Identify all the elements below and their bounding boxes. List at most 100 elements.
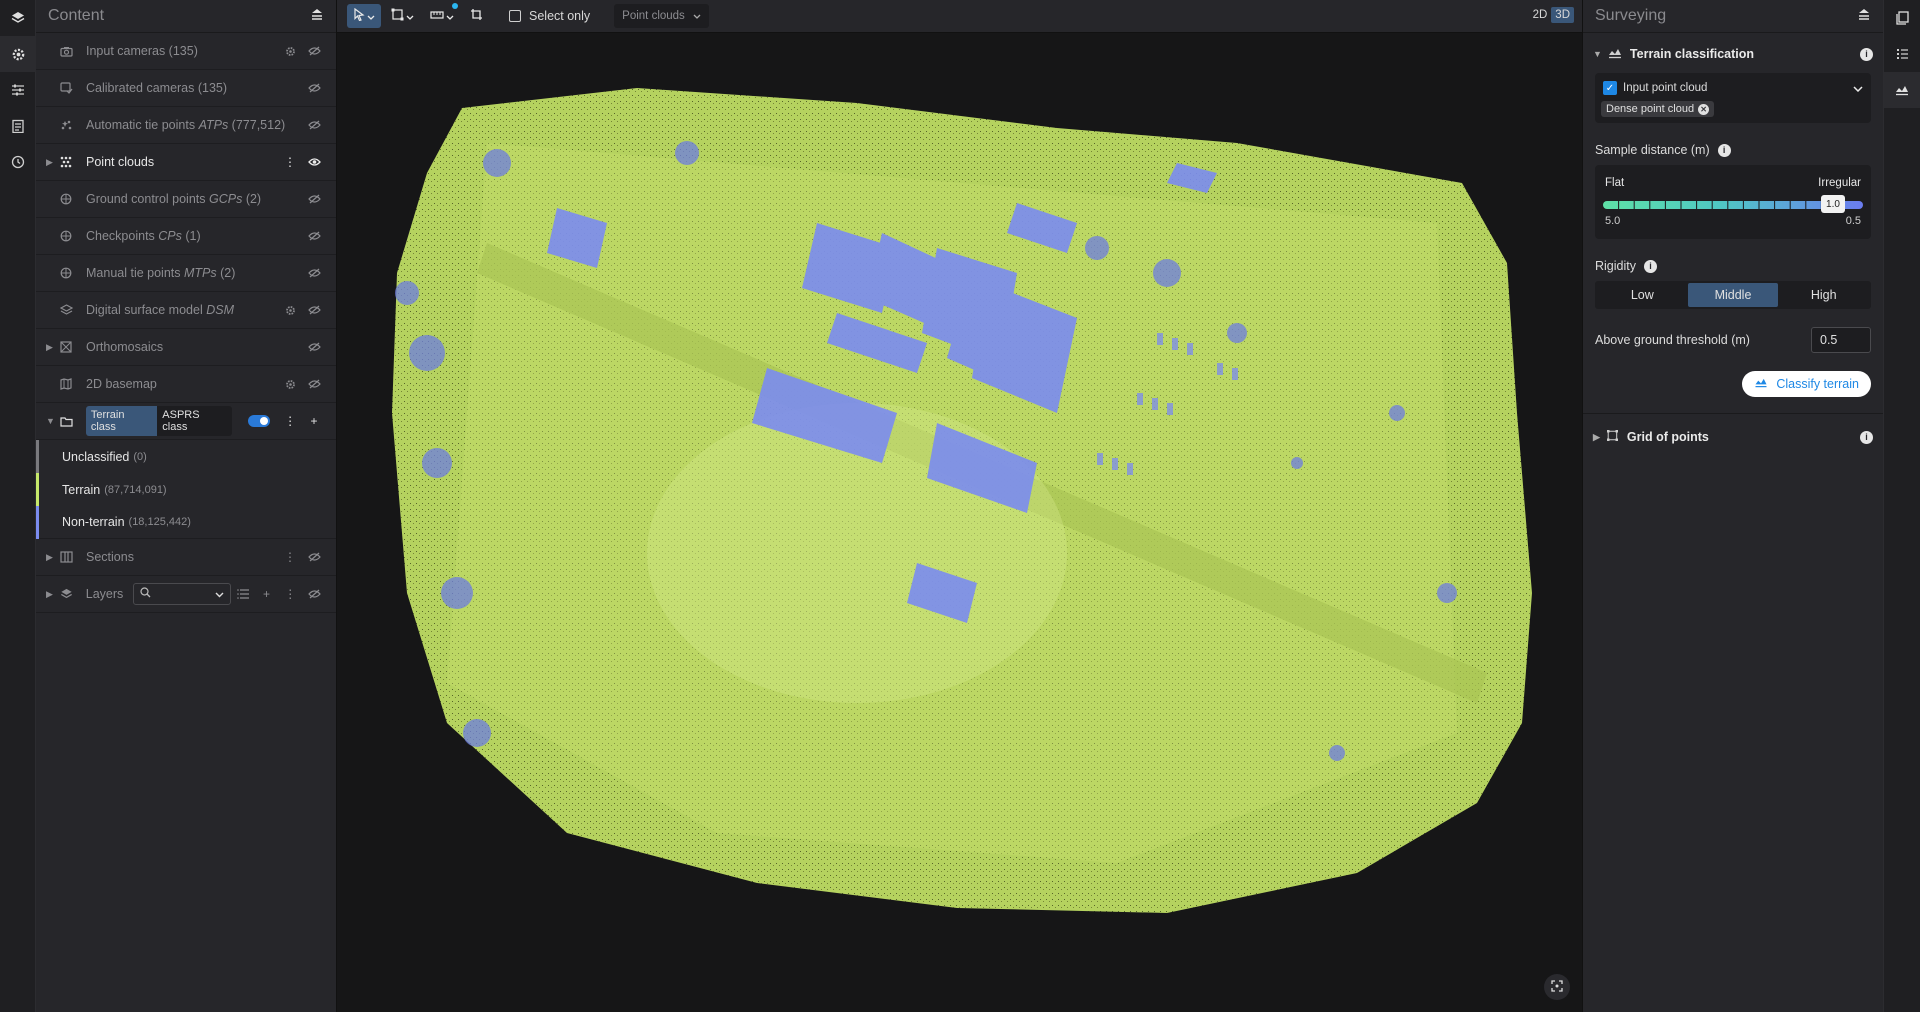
- content-row-orthomosaics[interactable]: ▶ Orthomosaics: [36, 329, 336, 366]
- library-icon[interactable]: [1884, 0, 1920, 36]
- class-type-toggle[interactable]: Terrain class ASPRS class: [85, 406, 233, 436]
- content-row-layers[interactable]: ▶ Layers + ⋮: [36, 576, 336, 613]
- more-icon[interactable]: ⋮: [278, 414, 302, 428]
- visibility-off-icon[interactable]: [302, 342, 326, 352]
- select-tool-button[interactable]: [347, 4, 381, 28]
- content-row-classification[interactable]: ▼ Terrain class ASPRS class ⋮ +: [36, 403, 336, 440]
- layers-icon[interactable]: [0, 0, 36, 36]
- class-colors-toggle[interactable]: [248, 415, 271, 427]
- class-row-terrain[interactable]: Terrain (87,714,091): [36, 473, 336, 506]
- expand-icon[interactable]: ▶: [1593, 432, 1600, 443]
- class-row-unclassified[interactable]: Unclassified (0): [36, 440, 336, 473]
- input-point-cloud-card[interactable]: ✓ Input point cloud Dense point cloud ✕: [1595, 73, 1871, 123]
- content-row-gcps[interactable]: Ground control points GCPs (2): [36, 181, 336, 218]
- crop-tool-button[interactable]: [464, 4, 489, 28]
- visibility-off-icon[interactable]: [302, 552, 326, 562]
- rigidity-middle-button[interactable]: Middle: [1687, 283, 1779, 307]
- view-3d-button[interactable]: 3D: [1551, 7, 1574, 23]
- visibility-off-icon[interactable]: [302, 46, 326, 56]
- more-icon[interactable]: ⋮: [278, 550, 302, 564]
- settings-icon[interactable]: [0, 36, 36, 72]
- dense-point-cloud-chip[interactable]: Dense point cloud ✕: [1601, 101, 1715, 117]
- box-select-button[interactable]: [385, 4, 420, 28]
- grid-of-points-section[interactable]: ▶ Grid of points i: [1583, 418, 1883, 456]
- expand-icon[interactable]: ▶: [46, 157, 60, 168]
- expand-icon[interactable]: ▶: [46, 342, 60, 353]
- content-row-input-cameras[interactable]: Input cameras (135): [36, 33, 336, 70]
- add-icon[interactable]: +: [255, 587, 279, 601]
- content-row-calibrated-cameras[interactable]: Calibrated cameras (135): [36, 70, 336, 107]
- collapse-icon[interactable]: ▼: [46, 416, 60, 426]
- expand-icon[interactable]: ▶: [46, 552, 60, 563]
- expand-icon[interactable]: ▶: [46, 589, 60, 600]
- terrain-tool-icon[interactable]: [1884, 72, 1920, 108]
- visibility-on-icon[interactable]: [302, 157, 326, 167]
- chevron-down-icon: [367, 9, 375, 23]
- visibility-off-icon[interactable]: [302, 194, 326, 204]
- visibility-off-icon[interactable]: [302, 379, 326, 389]
- tab-asprs-class[interactable]: ASPRS class: [157, 406, 233, 436]
- report-icon[interactable]: [0, 108, 36, 144]
- remove-chip-icon[interactable]: ✕: [1698, 103, 1710, 115]
- view-mode-toggle[interactable]: 2D 3D: [1529, 7, 1574, 23]
- content-row-checkpoints[interactable]: Checkpoints CPs (1): [36, 218, 336, 255]
- content-row-point-clouds[interactable]: ▶ Point clouds ⋮: [36, 144, 336, 181]
- checklist-icon[interactable]: [1884, 36, 1920, 72]
- sliders-icon[interactable]: [0, 72, 36, 108]
- content-row-mtps[interactable]: Manual tie points MTPs (2): [36, 255, 336, 292]
- fit-view-button[interactable]: [1544, 974, 1570, 1000]
- layer-search-input[interactable]: [133, 583, 231, 605]
- surveying-header: Surveying: [1583, 0, 1883, 33]
- input-point-cloud-label: Input point cloud: [1623, 82, 1708, 94]
- info-icon[interactable]: i: [1860, 47, 1873, 61]
- add-icon[interactable]: +: [302, 414, 326, 428]
- classify-terrain-button[interactable]: Classify terrain: [1742, 371, 1871, 397]
- point-cloud-select[interactable]: Point clouds: [614, 4, 710, 28]
- visibility-off-icon[interactable]: [302, 268, 326, 278]
- section-title: Terrain classification: [1629, 47, 1755, 61]
- visibility-off-icon[interactable]: [302, 120, 326, 130]
- info-icon[interactable]: i: [1860, 430, 1873, 444]
- info-icon[interactable]: i: [1717, 143, 1731, 157]
- 3d-viewport[interactable]: [337, 33, 1582, 1012]
- panel-menu-icon[interactable]: [310, 8, 324, 25]
- content-row-basemap[interactable]: 2D basemap: [36, 366, 336, 403]
- content-row-dsm[interactable]: Digital surface model DSM: [36, 292, 336, 329]
- class-row-non-terrain[interactable]: Non-terrain (18,125,442): [36, 506, 336, 539]
- rigidity-low-button[interactable]: Low: [1597, 283, 1688, 307]
- visibility-off-icon[interactable]: [302, 83, 326, 93]
- history-icon[interactable]: [0, 144, 36, 180]
- tab-terrain-class[interactable]: Terrain class: [85, 406, 158, 436]
- content-header: Content: [36, 0, 336, 33]
- collapse-icon[interactable]: ▼: [1593, 49, 1602, 59]
- terrain-classification-section[interactable]: ▼ Terrain classification i: [1583, 35, 1883, 73]
- settings-icon[interactable]: [278, 46, 302, 57]
- visibility-off-icon[interactable]: [302, 589, 326, 599]
- more-icon[interactable]: ⋮: [278, 155, 302, 169]
- list-icon[interactable]: [231, 589, 255, 599]
- class-count: (0): [133, 450, 147, 463]
- view-2d-button[interactable]: 2D: [1529, 7, 1552, 23]
- sample-distance-slider[interactable]: 1.0: [1603, 195, 1863, 213]
- select-only-checkbox[interactable]: Select only: [503, 4, 596, 28]
- panel-menu-icon[interactable]: [1857, 8, 1871, 25]
- settings-icon[interactable]: [278, 379, 302, 390]
- rigidity-label-row: Rigidity i: [1583, 259, 1883, 273]
- more-icon[interactable]: ⋮: [278, 587, 302, 601]
- settings-icon[interactable]: [278, 305, 302, 316]
- content-row-tie-points[interactable]: Automatic tie points ATPs (777,512): [36, 107, 336, 144]
- input-checkbox-icon[interactable]: ✓: [1603, 81, 1617, 95]
- class-name: Unclassified: [62, 449, 130, 464]
- target-icon: [60, 267, 80, 279]
- visibility-off-icon[interactable]: [302, 231, 326, 241]
- info-icon[interactable]: i: [1644, 259, 1657, 273]
- point-cloud-select-value: Point clouds: [622, 10, 685, 22]
- threshold-input[interactable]: 0.5: [1811, 327, 1871, 353]
- measure-tool-button[interactable]: [424, 3, 460, 28]
- rigidity-high-button[interactable]: High: [1778, 283, 1869, 307]
- slider-handle[interactable]: 1.0: [1821, 195, 1845, 213]
- visibility-off-icon[interactable]: [302, 305, 326, 315]
- content-row-sections[interactable]: ▶ Sections ⋮: [36, 539, 336, 576]
- rigidity-segmented-control[interactable]: Low Middle High: [1595, 281, 1871, 309]
- chevron-down-icon[interactable]: [1853, 81, 1863, 95]
